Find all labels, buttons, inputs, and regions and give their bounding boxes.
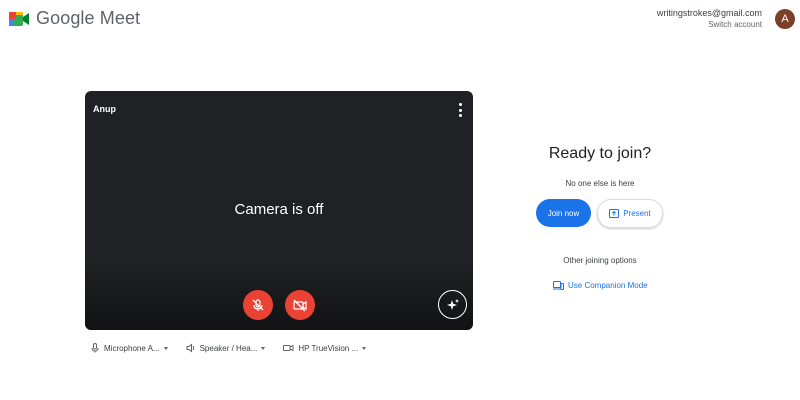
video-preview: Anup Camera is off xyxy=(85,91,473,330)
microphone-off-icon xyxy=(252,299,264,311)
companion-mode-label: Use Companion Mode xyxy=(568,281,648,290)
microphone-toggle-button[interactable] xyxy=(243,290,273,320)
switch-account-link[interactable]: Switch account xyxy=(657,19,762,30)
companion-mode-icon xyxy=(553,281,564,290)
google-meet-logo[interactable]: Google Meet xyxy=(8,8,140,29)
top-bar: Google Meet writingstrokes@gmail.com Swi… xyxy=(0,0,800,40)
chevron-down-icon xyxy=(261,346,266,350)
speaker-icon xyxy=(186,343,194,353)
more-options-icon[interactable] xyxy=(457,103,463,117)
participants-status: No one else is here xyxy=(565,179,635,188)
camera-off-icon xyxy=(293,299,307,312)
visual-effects-button[interactable] xyxy=(438,290,467,319)
camera-selector[interactable]: HP TrueVision ... xyxy=(283,343,367,353)
present-icon xyxy=(609,209,620,218)
account-email: writingstrokes@gmail.com xyxy=(656,8,762,18)
companion-mode-link[interactable]: Use Companion Mode xyxy=(553,281,648,290)
speaker-selector[interactable]: Speaker / Hea... xyxy=(186,343,266,353)
video-gradient xyxy=(85,260,473,330)
present-label: Present xyxy=(623,209,651,218)
account-info: writingstrokes@gmail.com Switch account xyxy=(657,8,762,30)
camera-label: HP TrueVision ... xyxy=(298,343,359,353)
device-selectors: Microphone A... Speaker / Hea... HP True… xyxy=(90,343,367,353)
avatar[interactable]: A xyxy=(775,9,795,29)
microphone-label: Microphone A... xyxy=(104,343,160,353)
camera-icon xyxy=(283,344,294,352)
chevron-down-icon xyxy=(163,346,168,350)
sparkle-icon xyxy=(446,298,459,310)
chevron-down-icon xyxy=(362,346,367,350)
camera-toggle-button[interactable] xyxy=(285,290,315,320)
camera-status: Camera is off xyxy=(234,201,324,218)
participant-name: Anup xyxy=(93,104,116,114)
meet-logo-icon xyxy=(9,11,29,26)
microphone-selector[interactable]: Microphone A... xyxy=(90,343,168,353)
app-name: Google Meet xyxy=(36,8,141,28)
ready-to-join-heading: Ready to join? xyxy=(548,145,652,162)
join-now-button[interactable]: Join now xyxy=(536,199,591,227)
present-button[interactable]: Present xyxy=(597,199,663,228)
other-joining-options: Other joining options xyxy=(563,256,637,265)
microphone-icon xyxy=(91,343,99,353)
speaker-label: Speaker / Hea... xyxy=(199,343,258,353)
